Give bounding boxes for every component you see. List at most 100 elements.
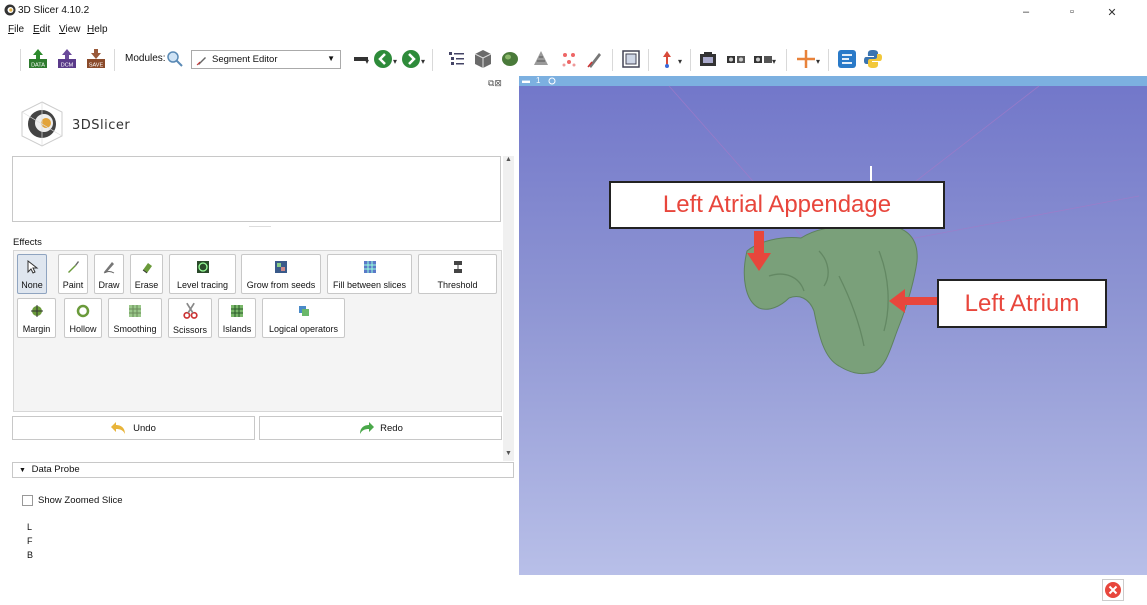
slicer-app-icon xyxy=(4,4,16,16)
screenshot-icon[interactable] xyxy=(697,48,719,70)
python-console-icon[interactable] xyxy=(862,48,884,70)
segment-editor-module-icon[interactable] xyxy=(584,48,606,70)
mouse-mode-icon[interactable] xyxy=(656,48,678,70)
scene-view-capture-icon[interactable] xyxy=(752,48,774,70)
volumes-module-icon[interactable] xyxy=(472,48,494,70)
toolbar-separator xyxy=(432,49,433,71)
chevron-down-icon: ▼ xyxy=(327,54,335,63)
title-bar: 3D Slicer 4.10.2 – ▫ ✕ xyxy=(0,0,1147,22)
chevron-down-icon[interactable]: ▾ xyxy=(393,57,397,66)
effect-logical-operators-button[interactable]: Logical operators xyxy=(262,298,345,338)
minimize-button[interactable]: – xyxy=(1016,6,1036,18)
scroll-down-icon[interactable]: ▼ xyxy=(505,450,512,457)
scroll-up-icon[interactable]: ▲ xyxy=(505,156,512,163)
svg-text:DATA: DATA xyxy=(31,63,45,69)
toolbar-separator xyxy=(20,49,21,71)
effect-islands-button[interactable]: Islands xyxy=(218,298,256,338)
main-toolbar: DATA DCM SAVE Modules: Segment Editor ▼ … xyxy=(0,42,1147,76)
effect-paint-button[interactable]: Paint xyxy=(58,254,88,294)
restore-button[interactable]: ▫ xyxy=(1062,6,1082,18)
menu-bar: File Edit View Help xyxy=(0,22,520,38)
panel-scrollbar[interactable] xyxy=(503,156,514,461)
hollow-icon xyxy=(76,304,90,318)
probe-coord-l: L xyxy=(27,522,33,532)
margin-icon xyxy=(30,305,43,317)
slicer-logo-text: 3DSlicer xyxy=(72,118,131,133)
data-probe-header[interactable]: ▼ Data Probe xyxy=(12,462,514,478)
panel-float-close-icon[interactable]: ⧉⊠ xyxy=(488,78,502,89)
left-atrium-label: Left Atrium xyxy=(937,279,1107,328)
error-log-icon[interactable] xyxy=(1102,579,1124,601)
module-search-icon[interactable] xyxy=(166,50,184,68)
paint-brush-icon xyxy=(68,261,79,273)
effect-margin-button[interactable]: Margin xyxy=(17,298,56,338)
toolbar-separator xyxy=(828,49,829,71)
show-zoomed-slice-checkbox[interactable] xyxy=(22,495,33,506)
chevron-down-icon[interactable]: ▾ xyxy=(365,57,369,66)
effect-scissors-button[interactable]: Scissors xyxy=(168,298,212,338)
3d-view[interactable]: ▬ 1 Left Atrial Appendage Left Atrium xyxy=(519,76,1147,575)
effect-grow-from-seeds-button[interactable]: Grow from seeds xyxy=(241,254,321,294)
layout-icon[interactable] xyxy=(620,48,642,70)
effect-erase-button[interactable]: Erase xyxy=(130,254,163,294)
extension-manager-icon[interactable] xyxy=(836,48,858,70)
module-history-icon[interactable] xyxy=(351,48,373,70)
collapse-arrow-icon: ▼ xyxy=(19,467,26,474)
load-data-icon[interactable]: DATA xyxy=(27,48,49,70)
close-button[interactable]: ✕ xyxy=(1102,6,1122,19)
svg-text:DCM: DCM xyxy=(61,63,74,69)
level-tracing-icon xyxy=(196,261,209,273)
chevron-down-icon[interactable]: ▾ xyxy=(772,57,776,66)
back-arrow-icon[interactable] xyxy=(372,48,394,70)
splitter-handle[interactable] xyxy=(249,226,271,227)
window-title: 3D Slicer 4.10.2 xyxy=(18,5,90,16)
toolbar-separator xyxy=(690,49,691,71)
toolbar-separator xyxy=(786,49,787,71)
islands-icon xyxy=(231,305,243,317)
undo-button[interactable]: Undo xyxy=(12,416,255,440)
menu-view[interactable]: View xyxy=(59,24,81,35)
toolbar-separator xyxy=(114,49,115,71)
effect-none-button[interactable]: None xyxy=(17,254,47,294)
models-module-icon[interactable] xyxy=(499,48,521,70)
undo-icon xyxy=(111,422,126,434)
effect-threshold-button[interactable]: Threshold xyxy=(418,254,497,294)
effect-fill-between-slices-button[interactable]: Fill between slices xyxy=(327,254,412,294)
menu-help[interactable]: Help xyxy=(87,24,108,35)
segment-list[interactable] xyxy=(12,156,501,222)
transforms-module-icon[interactable] xyxy=(530,48,552,70)
toolbar-separator xyxy=(648,49,649,71)
crosshair-icon[interactable] xyxy=(795,48,817,70)
threshold-icon xyxy=(453,261,462,273)
probe-coord-b: B xyxy=(27,550,34,560)
effect-draw-button[interactable]: Draw xyxy=(94,254,124,294)
grow-from-seeds-icon xyxy=(275,261,287,273)
segment-editor-icon xyxy=(196,57,206,66)
status-bar xyxy=(0,575,1147,605)
show-zoomed-slice-label: Show Zoomed Slice xyxy=(38,495,123,506)
draw-pen-icon xyxy=(103,262,115,274)
effect-level-tracing-button[interactable]: Level tracing xyxy=(169,254,236,294)
markups-module-icon[interactable] xyxy=(558,48,580,70)
logical-operators-icon xyxy=(298,306,309,316)
effect-smoothing-button[interactable]: Smoothing xyxy=(108,298,162,338)
modules-label: Modules: xyxy=(125,53,166,64)
eraser-icon xyxy=(142,263,152,274)
scene-view-icon[interactable] xyxy=(725,48,747,70)
save-icon[interactable]: SAVE xyxy=(85,48,107,70)
module-selector[interactable]: Segment Editor ▼ xyxy=(191,50,341,69)
redo-icon xyxy=(360,422,375,434)
left-atrial-appendage-label: Left Atrial Appendage xyxy=(609,181,945,229)
pointer-arrow-icon xyxy=(27,260,39,274)
chevron-down-icon[interactable]: ▾ xyxy=(678,57,682,66)
menu-edit[interactable]: Edit xyxy=(33,24,50,35)
forward-arrow-icon[interactable] xyxy=(400,48,422,70)
effect-hollow-button[interactable]: Hollow xyxy=(64,298,102,338)
menu-file[interactable]: File xyxy=(8,24,24,35)
redo-button[interactable]: Redo xyxy=(259,416,502,440)
chevron-down-icon[interactable]: ▾ xyxy=(816,57,820,66)
load-dicom-icon[interactable]: DCM xyxy=(56,48,78,70)
data-module-icon[interactable] xyxy=(445,48,467,70)
module-selected-text: Segment Editor xyxy=(212,54,278,65)
chevron-down-icon[interactable]: ▾ xyxy=(421,57,425,66)
